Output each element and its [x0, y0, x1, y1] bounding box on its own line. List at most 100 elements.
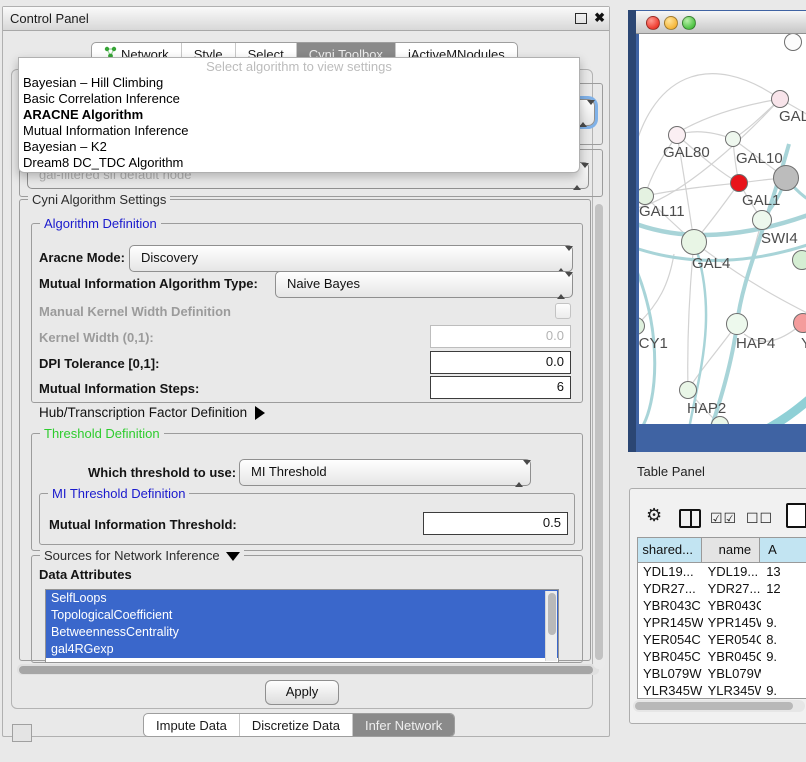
list-scrollbar[interactable]: [545, 591, 557, 661]
aracne-mode-label: Aracne Mode:: [39, 250, 125, 265]
group-title: MI Threshold Definition: [48, 486, 189, 501]
table-cell: [761, 597, 806, 614]
node-label: GAL10: [736, 150, 783, 167]
network-node-gal80[interactable]: [668, 126, 686, 144]
tab-discretize-data[interactable]: Discretize Data: [240, 714, 353, 736]
algorithm-option[interactable]: Bayesian – Hill Climbing: [19, 75, 579, 91]
data-attributes-list[interactable]: SelfLoopsTopologicalCoefficientBetweenne…: [45, 589, 559, 663]
sources-title[interactable]: Sources for Network Inference: [40, 548, 244, 563]
tab-infer-network[interactable]: Infer Network: [353, 714, 454, 736]
network-node-gal[interactable]: [771, 90, 789, 108]
hub-definition-expander[interactable]: Hub/Transcription Factor Definition: [39, 405, 265, 420]
collapsed-panel-button[interactable]: [12, 724, 32, 742]
hide-columns-icon[interactable]: ☐☐: [746, 510, 773, 527]
sources-title-label: Sources for Network Inference: [44, 548, 220, 563]
close-icon[interactable]: ✖: [594, 10, 605, 26]
network-canvas[interactable]: GALGAL80GAL10GAL1GAL11GAL4SWI4GCY1HAP4YH…: [639, 34, 806, 424]
table-row[interactable]: YDL19...YDL19...13: [638, 563, 806, 580]
network-node-y[interactable]: [793, 313, 806, 333]
table-row[interactable]: YLR345WYLR345W9.: [638, 682, 806, 698]
tab-impute-data[interactable]: Impute Data: [144, 714, 240, 736]
attribute-list-item[interactable]: BetweennessCentrality: [46, 624, 558, 641]
group-title: Cyni Algorithm Settings: [28, 192, 170, 207]
network-node-swi4[interactable]: [752, 210, 772, 230]
table-row[interactable]: YBR043CYBR043C: [638, 597, 806, 614]
table-row[interactable]: YDR27...YDR27...12: [638, 580, 806, 597]
algorithm-option[interactable]: Bayesian – K2: [19, 139, 579, 155]
gear-icon[interactable]: ⚙: [646, 505, 662, 526]
attribute-list-item[interactable]: gal4RGexp: [46, 641, 558, 658]
table-row[interactable]: YBR045CYBR045C9.: [638, 648, 806, 665]
table-cell: YBR045C: [638, 648, 703, 665]
column-header-name[interactable]: name: [702, 538, 760, 562]
node-label: GAL11: [639, 203, 685, 220]
table-body: YDL19...YDL19...13YDR27...YDR27...12YBR0…: [638, 563, 806, 698]
mi-steps-label: Mutual Information Steps:: [39, 381, 199, 396]
table-row[interactable]: YPR145WYPR145W9.: [638, 614, 806, 631]
algorithm-dropdown-popup: Select algorithm to view settings Bayesi…: [18, 57, 580, 173]
algorithm-option[interactable]: Dream8 DC_TDC Algorithm: [19, 155, 579, 171]
network-node-gal10[interactable]: [725, 131, 741, 147]
mi-type-combobox[interactable]: Naive Bayes: [275, 271, 573, 298]
algorithm-options-list: Bayesian – Hill ClimbingBasic Correlatio…: [19, 75, 579, 171]
node-label: HAP2: [687, 400, 726, 417]
group-title: Algorithm Definition: [40, 216, 161, 231]
table-header: shared... name A: [638, 538, 806, 563]
apply-button[interactable]: Apply: [265, 680, 339, 705]
expand-right-icon: [255, 406, 265, 420]
show-columns-icon[interactable]: ☑☑: [710, 510, 737, 527]
network-node-gal1[interactable]: [730, 174, 748, 192]
algorithm-option[interactable]: Mutual Information Inference: [19, 123, 579, 139]
network-node-hap4[interactable]: [726, 313, 748, 335]
which-threshold-combobox[interactable]: MI Threshold: [239, 459, 531, 486]
group-title: Threshold Definition: [40, 426, 164, 441]
table-cell: 8.: [761, 631, 806, 648]
table-row[interactable]: YER054CYER054C8.: [638, 631, 806, 648]
node-label: GAL1: [742, 192, 780, 209]
network-view-window: GALGAL80GAL10GAL1GAL11GAL4SWI4GCY1HAP4YH…: [628, 10, 806, 452]
table-cell: 9.: [761, 682, 806, 698]
dpi-tolerance-input[interactable]: 0.0: [430, 351, 571, 374]
column-browser-icon[interactable]: [679, 509, 701, 528]
table-cell: 13: [761, 563, 806, 580]
column-header-third[interactable]: A: [760, 538, 806, 562]
network-node-gal4[interactable]: [681, 229, 707, 255]
table-row[interactable]: YBL079WYBL079W: [638, 665, 806, 682]
table-cell: YBR043C: [703, 597, 762, 614]
table-horizontal-scrollbar[interactable]: [633, 700, 805, 712]
table-cell: YBL079W: [703, 665, 762, 682]
settings-horizontal-scrollbar[interactable]: [17, 664, 599, 675]
attribute-list-item[interactable]: SelfLoops: [46, 590, 558, 607]
mi-threshold-input[interactable]: 0.5: [423, 512, 568, 535]
network-node[interactable]: [773, 165, 799, 191]
node-label: SWI4: [761, 230, 798, 247]
close-traffic-light[interactable]: [646, 16, 660, 30]
mi-type-value: Naive Bayes: [287, 276, 360, 291]
aracne-mode-combobox[interactable]: Discovery: [129, 245, 573, 272]
panel-title: Control Panel: [10, 11, 89, 26]
tab-label: Impute Data: [156, 718, 227, 733]
algorithm-option[interactable]: Basic Correlation Inference: [19, 91, 579, 107]
column-header-shared-name[interactable]: shared...: [638, 538, 702, 562]
algorithm-option[interactable]: ARACNE Algorithm: [19, 107, 579, 123]
node-label: GAL: [779, 108, 806, 125]
dropdown-placeholder: Select algorithm to view settings: [19, 58, 579, 75]
table-cell: 12: [761, 580, 806, 597]
table-cell: YBR045C: [703, 648, 762, 665]
float-window-icon[interactable]: [575, 13, 587, 24]
zoom-traffic-light[interactable]: [682, 16, 696, 30]
network-node[interactable]: [792, 250, 806, 270]
export-table-icon[interactable]: [786, 503, 806, 528]
attribute-list-item[interactable]: TopologicalCoefficient: [46, 607, 558, 624]
node-label: GAL80: [663, 144, 710, 161]
kernel-width-input[interactable]: 0.0: [430, 325, 571, 348]
table-cell: YDL19...: [703, 563, 762, 580]
network-window-titlebar[interactable]: [636, 11, 806, 34]
table-panel-title: Table Panel: [637, 464, 705, 479]
minimize-traffic-light[interactable]: [664, 16, 678, 30]
which-threshold-label: Which threshold to use:: [88, 465, 236, 480]
mi-steps-input[interactable]: 6: [430, 376, 571, 399]
manual-kernel-checkbox[interactable]: [555, 303, 571, 319]
network-node-hap2[interactable]: [679, 381, 697, 399]
settings-vertical-scrollbar[interactable]: [593, 201, 605, 669]
